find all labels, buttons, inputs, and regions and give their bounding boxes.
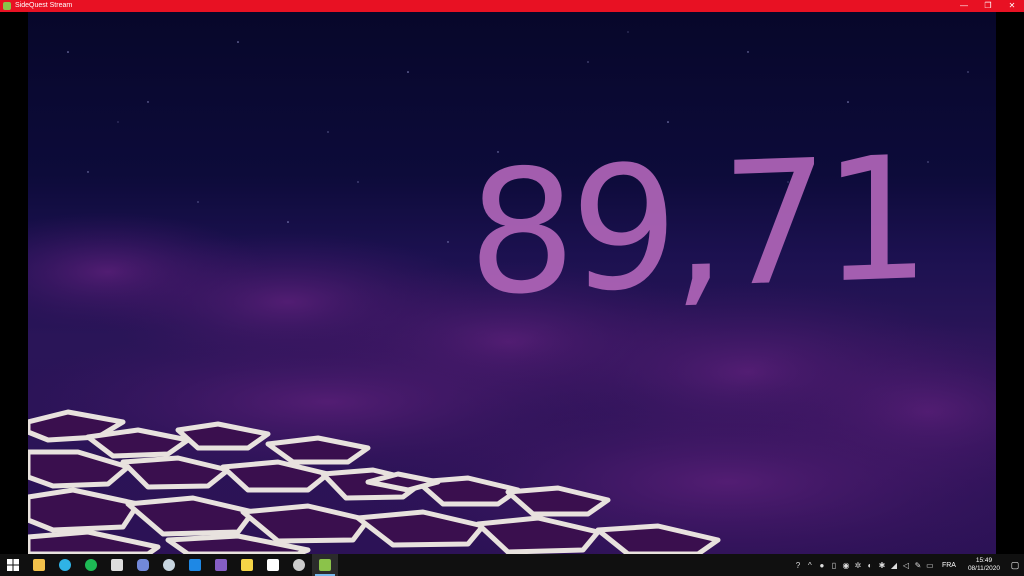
taskbar-vscode[interactable]	[182, 554, 208, 576]
network-icon[interactable]: ◢	[888, 554, 900, 576]
game-viewport[interactable]: 89,71	[28, 12, 996, 554]
notifications-icon[interactable]: ▢	[1006, 554, 1024, 576]
microphone-icon[interactable]: ●	[816, 554, 828, 576]
taskbar-file-explorer[interactable]	[26, 554, 52, 576]
taskbar-store[interactable]	[104, 554, 130, 576]
volume-icon[interactable]: ◁	[900, 554, 912, 576]
store-icon	[111, 559, 123, 571]
spotify-icon	[85, 559, 97, 571]
taskbar-unity[interactable]	[286, 554, 312, 576]
restore-button[interactable]: ❐	[976, 0, 1000, 12]
taskbar-sticky-notes[interactable]	[234, 554, 260, 576]
minimize-button[interactable]: —	[952, 0, 976, 12]
taskbar-edge[interactable]	[52, 554, 78, 576]
sidequest-app-icon	[3, 2, 11, 10]
windows-logo-icon	[7, 559, 19, 571]
help-icon[interactable]: ?	[792, 554, 804, 576]
score-display: 89,71	[468, 120, 925, 334]
pen-icon[interactable]: ✎	[912, 554, 924, 576]
close-button[interactable]: ✕	[1000, 0, 1024, 12]
start-button[interactable]	[0, 554, 26, 576]
window-title-bar[interactable]: SideQuest Stream — ❐ ✕	[0, 0, 1024, 12]
show-hidden-icons-chevron[interactable]: ^	[804, 554, 816, 576]
sticky-notes-icon	[241, 559, 253, 571]
discord-icon	[137, 559, 149, 571]
taskbar: ? ^ ● ▯ ◉ ✲ ◐ ✱ ◢ ◁ ✎ ▭ FRA 15:49 08/11/…	[0, 554, 1024, 576]
clock-time: 15:49	[975, 557, 993, 564]
file-explorer-icon	[33, 559, 45, 571]
edge-icon	[59, 559, 71, 571]
system-tray: ? ^ ● ▯ ◉ ✲ ◐ ✱ ◢ ◁ ✎ ▭ FRA 15:49 08/11/…	[792, 554, 1024, 576]
taskbar-steam[interactable]	[156, 554, 182, 576]
taskbar-visual-studio[interactable]	[208, 554, 234, 576]
stream-stage: 89,71	[0, 12, 1024, 554]
visual-studio-icon	[215, 559, 227, 571]
clock[interactable]: 15:49 08/11/2020	[968, 557, 1000, 573]
oculus-icon	[267, 559, 279, 571]
taskbar-sidequest[interactable]	[312, 554, 338, 576]
taskbar-discord[interactable]	[130, 554, 156, 576]
bluetooth-icon[interactable]: ✱	[876, 554, 888, 576]
discord-tray-icon[interactable]: ◉	[840, 554, 852, 576]
settings-tray-icon[interactable]: ✲	[852, 554, 864, 576]
input-language[interactable]: FRA	[942, 562, 956, 569]
android-icon	[319, 559, 331, 571]
window-title: SideQuest Stream	[15, 2, 73, 9]
phone-icon[interactable]: ▯	[828, 554, 840, 576]
keyboard-icon[interactable]: ▭	[924, 554, 936, 576]
unity-icon	[293, 559, 305, 571]
taskbar-spotify[interactable]	[78, 554, 104, 576]
steam-icon	[163, 559, 175, 571]
window-controls: — ❐ ✕	[952, 0, 1024, 12]
clock-date: 08/11/2020	[967, 565, 1000, 572]
taskbar-oculus[interactable]	[260, 554, 286, 576]
steam-tray-icon[interactable]: ◐	[864, 554, 876, 576]
vscode-icon	[189, 559, 201, 571]
